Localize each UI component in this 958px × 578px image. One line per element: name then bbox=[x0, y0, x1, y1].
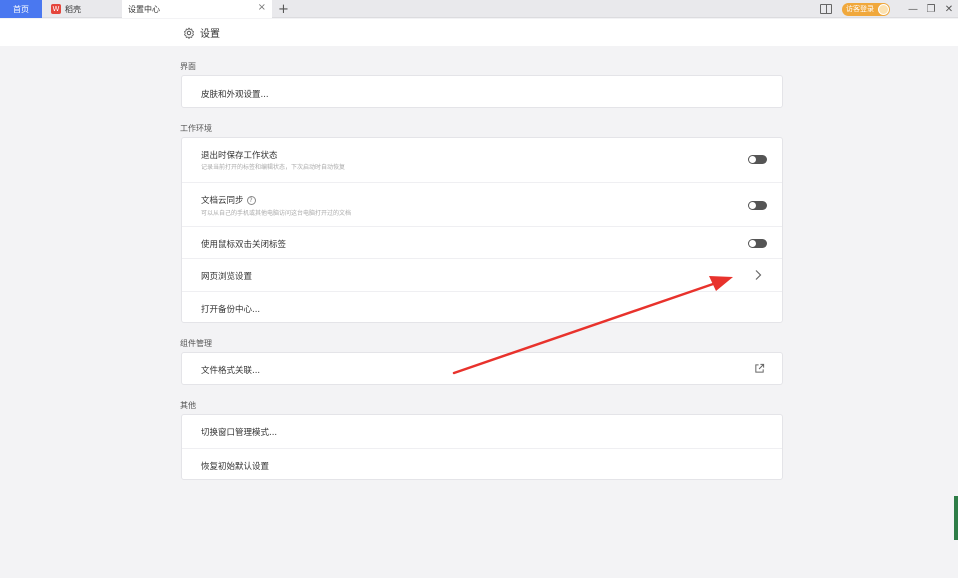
row-skin-appearance[interactable]: 皮肤和外观设置... bbox=[182, 76, 782, 109]
row-label: 皮肤和外观设置... bbox=[201, 90, 269, 100]
double-click-close-toggle[interactable] bbox=[748, 239, 767, 248]
card-interface: 皮肤和外观设置... bbox=[181, 75, 783, 108]
page-title-text: 设置 bbox=[200, 29, 220, 40]
save-state-toggle[interactable] bbox=[748, 155, 767, 164]
tab-home[interactable]: 首页 bbox=[0, 0, 42, 18]
window-controls: 访客登录 — ❐ ✕ bbox=[820, 0, 958, 18]
external-link-icon bbox=[755, 363, 765, 373]
card-components: 文件格式关联... bbox=[181, 352, 783, 385]
cloud-sync-toggle[interactable] bbox=[748, 201, 767, 210]
settings-header: 设置 bbox=[0, 19, 958, 46]
row-open-backup-center[interactable]: 打开备份中心... bbox=[182, 291, 782, 324]
row-double-click-close-tab: 使用鼠标双击关闭标签 bbox=[182, 226, 782, 258]
page-title: 设置 bbox=[183, 25, 220, 40]
row-file-format-association[interactable]: 文件格式关联... bbox=[182, 353, 782, 386]
restore-button[interactable]: ❐ bbox=[922, 4, 940, 15]
row-switch-window-mode[interactable]: 切换窗口管理模式... bbox=[182, 415, 782, 448]
section-label-interface: 界面 bbox=[180, 62, 196, 71]
tab-settings[interactable]: 设置中心 × bbox=[122, 0, 272, 18]
book-icon[interactable] bbox=[820, 4, 832, 14]
tab-bar: 首页 W 稻壳 设置中心 × + 访客登录 — ❐ ✕ bbox=[0, 0, 958, 18]
row-label: 退出时保存工作状态 bbox=[201, 151, 278, 161]
row-label: 文件格式关联... bbox=[201, 366, 261, 376]
tab-wps[interactable]: W 稻壳 bbox=[43, 0, 123, 18]
login-button[interactable]: 访客登录 bbox=[842, 2, 890, 16]
row-label: 恢复初始默认设置 bbox=[201, 462, 270, 472]
row-web-browsing-settings[interactable]: 网页浏览设置 bbox=[182, 258, 782, 291]
row-label: 文档云同步 bbox=[201, 196, 244, 206]
section-label-work-env: 工作环境 bbox=[180, 124, 212, 133]
row-label: 网页浏览设置 bbox=[201, 272, 253, 282]
tab-home-label: 首页 bbox=[13, 4, 29, 14]
tab-settings-label: 设置中心 bbox=[128, 4, 160, 14]
row-description: 可以从自己的手机或其他电脑访问这台电脑打开过的文档 bbox=[201, 210, 352, 217]
row-label-wrap: 文档云同步? bbox=[201, 194, 256, 206]
row-label: 打开备份中心... bbox=[201, 305, 261, 315]
row-label: 切换窗口管理模式... bbox=[201, 428, 278, 438]
row-save-state-on-exit: 退出时保存工作状态 记录当前打开的标签和编辑状态，下次启动时自动恢复 bbox=[182, 138, 782, 182]
section-label-components: 组件管理 bbox=[180, 339, 212, 348]
gear-icon bbox=[184, 27, 194, 39]
section-label-other: 其他 bbox=[180, 401, 196, 410]
close-window-button[interactable]: ✕ bbox=[940, 4, 958, 15]
row-description: 记录当前打开的标签和编辑状态，下次启动时自动恢复 bbox=[201, 164, 346, 171]
new-tab-button[interactable]: + bbox=[278, 0, 289, 18]
wps-logo-icon: W bbox=[51, 4, 61, 14]
login-label: 访客登录 bbox=[846, 5, 874, 13]
chevron-right-icon bbox=[755, 270, 762, 280]
user-avatar-icon bbox=[878, 3, 889, 15]
card-work-env: 退出时保存工作状态 记录当前打开的标签和编辑状态，下次启动时自动恢复 文档云同步… bbox=[181, 137, 783, 323]
close-tab-icon[interactable]: × bbox=[258, 2, 266, 13]
minimize-button[interactable]: — bbox=[904, 4, 922, 15]
edge-widget bbox=[954, 496, 958, 540]
row-restore-defaults[interactable]: 恢复初始默认设置 bbox=[182, 448, 782, 481]
row-cloud-sync: 文档云同步? 可以从自己的手机或其他电脑访问这台电脑打开过的文档 bbox=[182, 182, 782, 226]
tab-wps-label: 稻壳 bbox=[65, 4, 81, 14]
help-icon[interactable]: ? bbox=[246, 196, 256, 205]
card-other: 切换窗口管理模式... 恢复初始默认设置 bbox=[181, 414, 783, 480]
row-label: 使用鼠标双击关闭标签 bbox=[201, 240, 287, 250]
